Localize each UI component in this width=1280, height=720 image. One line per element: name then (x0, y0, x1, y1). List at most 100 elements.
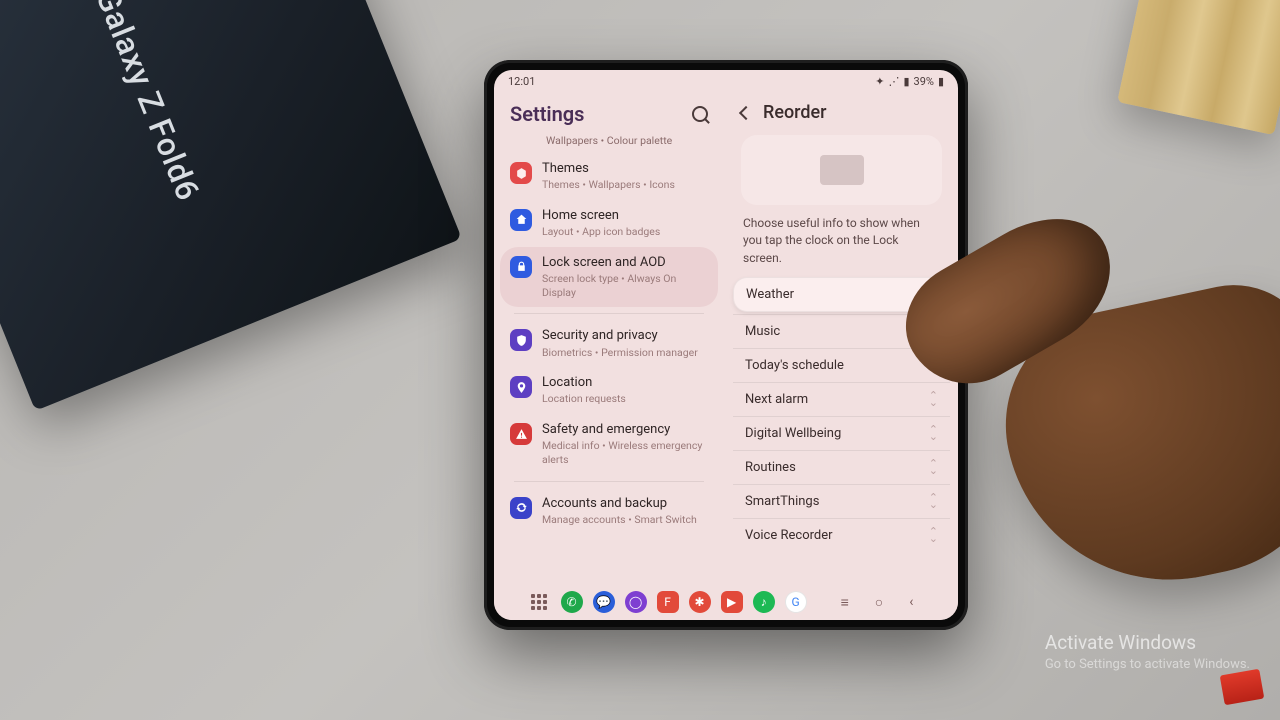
google-app-icon[interactable]: G (785, 591, 807, 613)
asterisk-app-icon[interactable]: ✱ (689, 591, 711, 613)
reorder-item-today[interactable]: Today's schedule ⌃⌄ (733, 348, 950, 382)
status-bar: 12:01 ✦ ⋰ ▮ 39% ▮ (494, 70, 958, 92)
battery-icon: ▮ (938, 75, 944, 88)
location-sub: Location requests (542, 392, 708, 406)
nav-home-icon[interactable]: ○ (867, 594, 891, 611)
vibrate-icon: ✦ (875, 75, 884, 88)
drag-handle-icon[interactable]: ⌃⌄ (929, 393, 938, 406)
security-title: Security and privacy (542, 328, 708, 344)
drag-handle-icon[interactable]: ⌃⌄ (928, 288, 937, 301)
product-box-label: Galaxy Z Fold6 (88, 0, 208, 206)
settings-item-lock-screen[interactable]: Lock screen and AOD Screen lock type • A… (500, 247, 718, 308)
settings-divider (514, 481, 704, 482)
reorder-item-music[interactable]: Music ⌃⌄ (733, 314, 950, 348)
signal-icon: ▮ (903, 75, 909, 88)
drag-handle-icon[interactable]: ⌃⌄ (929, 495, 938, 508)
accounts-sub: Manage accounts • Smart Switch (542, 513, 708, 527)
shield-icon (510, 329, 532, 351)
sync-icon (510, 497, 532, 519)
lock-icon (510, 256, 532, 278)
watermark-line1: Activate Windows (1045, 631, 1250, 654)
phone-app-icon[interactable]: ✆ (561, 591, 583, 613)
security-sub: Biometrics • Permission manager (542, 346, 708, 360)
reorder-item-voice-recorder[interactable]: Voice Recorder ⌃⌄ (733, 518, 950, 552)
reorder-item-label: SmartThings (745, 494, 819, 509)
reorder-description: Choose useful info to show when you tap … (725, 215, 958, 277)
youtube-app-icon[interactable]: ▶ (721, 591, 743, 613)
home-sub: Layout • App icon badges (542, 225, 708, 239)
drag-handle-icon[interactable]: ⌃⌄ (929, 529, 938, 542)
apps-grid-icon[interactable] (531, 594, 551, 610)
background-product-box: Galaxy Z Fold6 (0, 0, 462, 411)
back-icon[interactable] (739, 105, 753, 119)
settings-divider (514, 313, 704, 314)
background-wood-block (1117, 0, 1280, 135)
safety-title: Safety and emergency (542, 422, 708, 438)
reorder-item-smartthings[interactable]: SmartThings ⌃⌄ (733, 484, 950, 518)
settings-item-home-screen[interactable]: Home screen Layout • App icon badges (500, 200, 718, 247)
home-icon (510, 209, 532, 231)
messages-app-icon[interactable]: 💬 (593, 591, 615, 613)
spotify-app-icon[interactable]: ♪ (753, 591, 775, 613)
drag-handle-icon[interactable]: ⌃⌄ (929, 427, 938, 440)
reorder-item-label: Weather (746, 287, 794, 302)
reorder-item-label: Music (745, 324, 780, 339)
settings-item-location[interactable]: Location Location requests (500, 367, 718, 414)
lock-title: Lock screen and AOD (542, 255, 708, 271)
nav-back-icon[interactable]: ‹ (901, 594, 921, 610)
reorder-item-label: Next alarm (745, 392, 808, 407)
status-right: ✦ ⋰ ▮ 39% ▮ (875, 75, 944, 88)
themes-icon (510, 162, 532, 184)
safety-sub: Medical info • Wireless emergency alerts (542, 439, 708, 466)
settings-left-pane: Settings Wallpapers • Colour palette (494, 92, 724, 584)
drag-handle-icon[interactable]: ⌃⌄ (929, 461, 938, 474)
settings-item-security[interactable]: Security and privacy Biometrics • Permis… (500, 320, 718, 367)
settings-header: Settings (494, 92, 724, 134)
reorder-right-pane: Reorder Choose useful info to show when … (724, 92, 958, 584)
settings-item-safety[interactable]: Safety and emergency Medical info • Wire… (500, 414, 718, 475)
wallpaper-sub: Wallpapers • Colour palette (546, 134, 672, 147)
reorder-preview-card (741, 135, 942, 205)
device-screen: 12:01 ✦ ⋰ ▮ 39% ▮ Settings (494, 70, 958, 620)
settings-item-themes[interactable]: Themes Themes • Wallpapers • Icons (500, 153, 718, 200)
preview-placeholder (820, 155, 864, 185)
reorder-list[interactable]: Weather ⌃⌄ Music ⌃⌄ Today's schedule ⌃⌄ … (725, 277, 958, 552)
status-time: 12:01 (508, 75, 535, 88)
nav-recents-icon[interactable]: ≡ (833, 594, 857, 611)
reorder-item-wellbeing[interactable]: Digital Wellbeing ⌃⌄ (733, 416, 950, 450)
lock-sub: Screen lock type • Always On Display (542, 272, 708, 299)
device-frame: 12:01 ✦ ⋰ ▮ 39% ▮ Settings (484, 60, 968, 630)
warn-icon (510, 423, 532, 445)
news-app-icon[interactable]: F (657, 591, 679, 613)
pin-icon (510, 376, 532, 398)
drag-handle-icon[interactable]: ⌃⌄ (929, 325, 938, 338)
themes-title: Themes (542, 161, 708, 177)
reorder-item-label: Routines (745, 460, 796, 475)
wifi-icon: ⋰ (888, 75, 899, 88)
location-title: Location (542, 375, 708, 391)
reorder-title: Reorder (763, 102, 827, 123)
windows-activation-watermark: Activate Windows Go to Settings to activ… (1045, 631, 1250, 672)
settings-item-accounts[interactable]: Accounts and backup Manage accounts • Sm… (500, 488, 718, 535)
reorder-item-label: Voice Recorder (745, 528, 833, 543)
reorder-header: Reorder (725, 92, 958, 129)
settings-item-wallpaper-partial[interactable]: Wallpapers • Colour palette (500, 134, 718, 153)
browser-app-icon[interactable]: ◯ (625, 591, 647, 613)
reorder-item-weather[interactable]: Weather ⌃⌄ (733, 277, 950, 312)
accounts-title: Accounts and backup (542, 496, 708, 512)
settings-title: Settings (510, 102, 584, 126)
battery-text: 39% (914, 75, 934, 88)
channel-logo (1220, 669, 1265, 705)
drag-handle-icon[interactable]: ⌃⌄ (929, 359, 938, 372)
reorder-item-routines[interactable]: Routines ⌃⌄ (733, 450, 950, 484)
reorder-item-label: Today's schedule (745, 358, 844, 373)
settings-list[interactable]: Wallpapers • Colour palette Themes Theme… (494, 134, 724, 584)
watermark-line2: Go to Settings to activate Windows. (1045, 657, 1250, 672)
home-title: Home screen (542, 208, 708, 224)
taskbar: ✆ 💬 ◯ F ✱ ▶ ♪ G ≡ ○ ‹ (494, 584, 958, 620)
split-panes: Settings Wallpapers • Colour palette (494, 92, 958, 584)
search-icon[interactable] (692, 106, 708, 122)
reorder-item-alarm[interactable]: Next alarm ⌃⌄ (733, 382, 950, 416)
reorder-item-label: Digital Wellbeing (745, 426, 841, 441)
themes-sub: Themes • Wallpapers • Icons (542, 178, 708, 192)
